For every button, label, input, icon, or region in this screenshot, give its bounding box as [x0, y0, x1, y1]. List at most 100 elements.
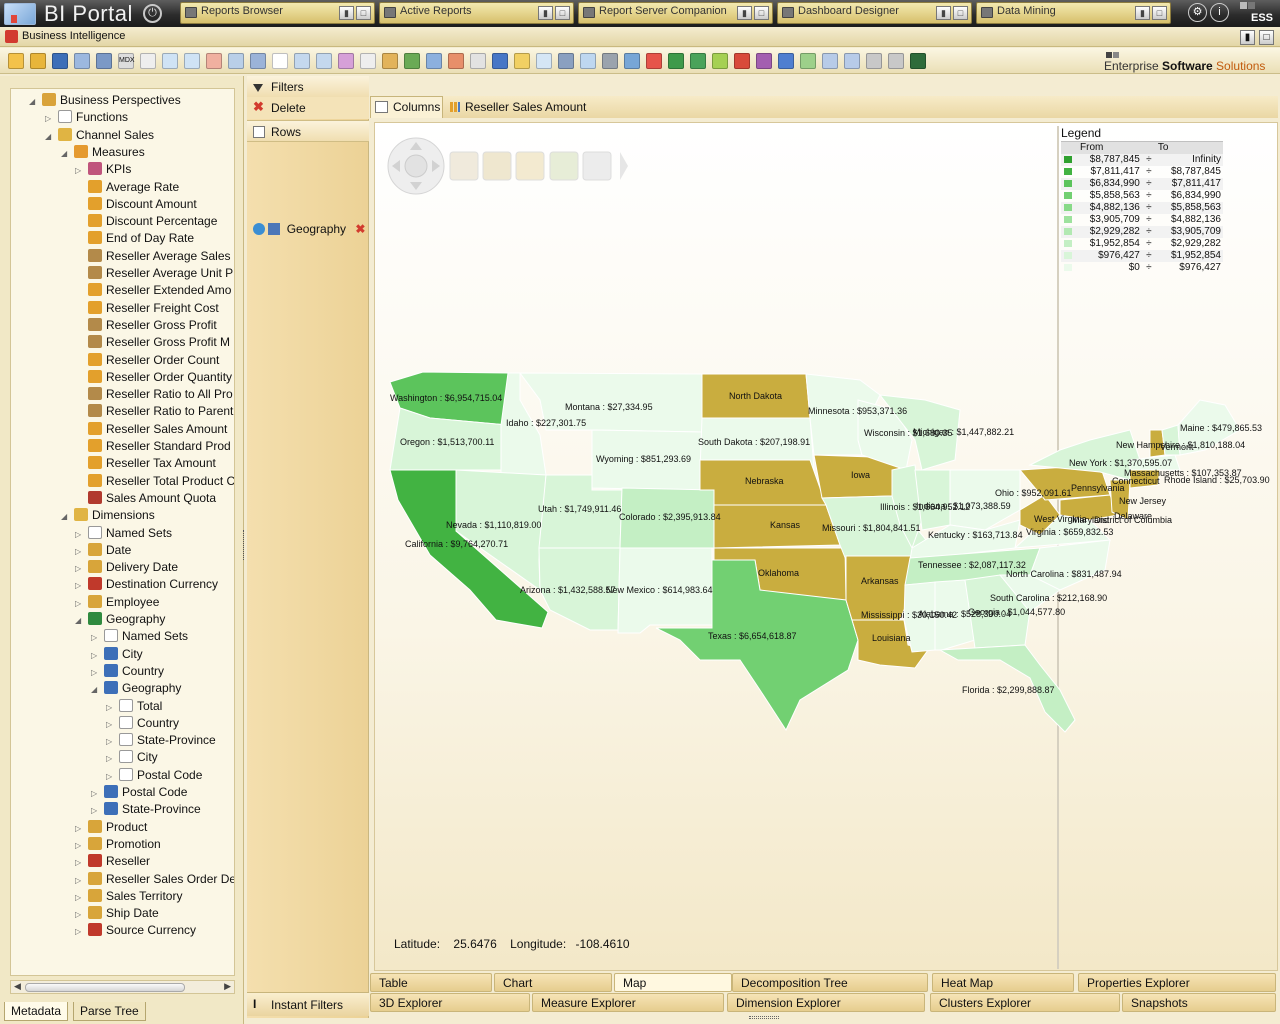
- monitor-icon[interactable]: [910, 53, 926, 69]
- collapse-arrow-icon[interactable]: ◢: [75, 612, 83, 629]
- hierarchy-icon[interactable]: [426, 53, 442, 69]
- tree-node[interactable]: ▷ Date: [75, 542, 131, 559]
- expand-arrow-icon[interactable]: ▷: [75, 577, 83, 594]
- expand-arrow-icon[interactable]: ▷: [75, 889, 83, 906]
- tab-pin-button[interactable]: ▮: [936, 6, 951, 20]
- tree-node[interactable]: Reseller Extended Amo: [75, 282, 231, 299]
- delete-button[interactable]: ✖ Delete: [247, 97, 369, 119]
- snowflake-icon[interactable]: [536, 53, 552, 69]
- tab-properties-explorer[interactable]: Properties Explorer: [1078, 973, 1276, 992]
- tree-node[interactable]: ▷ Country: [91, 663, 164, 680]
- tree-node[interactable]: ▷ Employee: [75, 594, 159, 611]
- download-icon[interactable]: [734, 53, 750, 69]
- scroll-left-arrow-icon[interactable]: ◀: [14, 981, 21, 992]
- expand-arrow-icon[interactable]: ▷: [75, 923, 83, 940]
- tree-node[interactable]: Reseller Total Product C: [75, 473, 234, 490]
- properties-icon[interactable]: [316, 53, 332, 69]
- tab-restore-button[interactable]: □: [953, 6, 968, 20]
- expand-arrow-icon[interactable]: ▷: [75, 595, 83, 612]
- tab-decomposition-tree[interactable]: Decomposition Tree: [732, 973, 928, 992]
- windows-icon[interactable]: [888, 53, 904, 69]
- tree-node[interactable]: ▷ Postal Code: [106, 767, 202, 784]
- tab-3d-explorer[interactable]: 3D Explorer: [370, 993, 530, 1012]
- tab-pin-button[interactable]: ▮: [737, 6, 752, 20]
- expand-arrow-icon[interactable]: ▷: [75, 854, 83, 871]
- tab-restore-button[interactable]: □: [356, 6, 371, 20]
- tree-node[interactable]: Reseller Ratio to Parent: [75, 403, 233, 420]
- save-icon[interactable]: [52, 53, 68, 69]
- tab-snapshots[interactable]: Snapshots: [1122, 993, 1276, 1012]
- window-close-button[interactable]: □: [1259, 30, 1274, 45]
- tab-pin-button[interactable]: ▮: [538, 6, 553, 20]
- tree-node[interactable]: Reseller Order Count: [75, 352, 219, 369]
- tab-map[interactable]: Map: [614, 973, 732, 992]
- metadata-tree[interactable]: ◢ Business Perspectives ▷ Functions ◢ Channel…: [10, 88, 235, 976]
- tree-node[interactable]: ▷ Promotion: [75, 836, 161, 853]
- tab-restore-button[interactable]: □: [1152, 6, 1167, 20]
- tree-node[interactable]: Discount Percentage: [75, 213, 217, 230]
- info-icon[interactable]: i: [1210, 3, 1229, 22]
- tab-parse-tree[interactable]: Parse Tree: [73, 1002, 146, 1021]
- expand-arrow-icon[interactable]: ▷: [106, 716, 114, 733]
- grid-view-icon[interactable]: [74, 53, 90, 69]
- row-item-geography[interactable]: Geography ✖: [253, 221, 365, 237]
- tree-node[interactable]: ▷ Ship Date: [75, 905, 159, 922]
- cube-3d-icon[interactable]: [492, 53, 508, 69]
- print-icon[interactable]: [602, 53, 618, 69]
- tree-node[interactable]: ▷ KPIs: [75, 161, 131, 178]
- remove-row-item-icon[interactable]: ✖: [355, 222, 365, 236]
- tree-node[interactable]: ▷ Functions: [45, 109, 128, 126]
- measure-explorer-icon[interactable]: [514, 53, 530, 69]
- layout-icon[interactable]: [294, 53, 310, 69]
- bars-icon[interactable]: [778, 53, 794, 69]
- tree-node[interactable]: ◢ Channel Sales: [45, 127, 154, 144]
- tree-node[interactable]: ▷ Sales Territory: [75, 888, 182, 905]
- tab-heat-map[interactable]: Heat Map: [932, 973, 1074, 992]
- expand-arrow-icon[interactable]: ▷: [106, 768, 114, 785]
- expand-arrow-icon[interactable]: ▷: [75, 872, 83, 889]
- tree-node[interactable]: ▷ Named Sets: [91, 628, 188, 645]
- expand-arrow-icon[interactable]: ▷: [75, 820, 83, 837]
- tree-horizontal-scrollbar[interactable]: ◀ ▶: [10, 980, 235, 994]
- tree-node[interactable]: Reseller Tax Amount: [75, 455, 216, 472]
- tab-table[interactable]: Table: [370, 973, 492, 992]
- redo-icon[interactable]: [844, 53, 860, 69]
- tree-node[interactable]: End of Day Rate: [75, 230, 194, 247]
- collapse-arrow-icon[interactable]: ◢: [29, 93, 37, 110]
- expand-arrow-icon[interactable]: ▷: [91, 802, 99, 819]
- refresh-icon[interactable]: [800, 53, 816, 69]
- camera-icon[interactable]: [866, 53, 882, 69]
- column-item-reseller-sales-amount[interactable]: Reseller Sales Amount: [450, 99, 586, 115]
- tree-node[interactable]: ▷ Reseller Sales Order De: [75, 871, 234, 889]
- scatter-icon[interactable]: [470, 53, 486, 69]
- expand-arrow-icon[interactable]: ▷: [106, 750, 114, 767]
- filter-icon[interactable]: [272, 53, 288, 69]
- export-pdf-icon[interactable]: [646, 53, 662, 69]
- tree-node[interactable]: Average Rate: [75, 179, 179, 196]
- tree-node[interactable]: ◢ Geography: [91, 680, 181, 697]
- expand-arrow-icon[interactable]: ▷: [75, 162, 83, 179]
- tree-node[interactable]: ◢ Geography: [75, 611, 165, 628]
- export-csv-icon[interactable]: [690, 53, 706, 69]
- expand-arrow-icon[interactable]: ▷: [45, 110, 53, 127]
- tree-node[interactable]: Reseller Freight Cost: [75, 300, 219, 317]
- state-ohio[interactable]: [949, 469, 1021, 531]
- tab-report-server-companion[interactable]: Report Server Companion ▮ □: [578, 2, 773, 24]
- book-icon[interactable]: [756, 53, 772, 69]
- expand-arrow-icon[interactable]: ▷: [75, 837, 83, 854]
- collapse-arrow-icon[interactable]: ◢: [61, 145, 69, 162]
- scroll-right-arrow-icon[interactable]: ▶: [224, 981, 231, 992]
- tree-node[interactable]: ◢ Dimensions: [61, 507, 155, 524]
- expand-arrow-icon[interactable]: ▷: [75, 543, 83, 560]
- rows-section[interactable]: Rows: [247, 120, 369, 142]
- tree-node[interactable]: Reseller Average Sales: [75, 248, 231, 265]
- window-pin-button[interactable]: ▮: [1240, 30, 1255, 45]
- tree-node[interactable]: ▷ Total: [106, 698, 162, 715]
- expand-arrow-icon[interactable]: ▷: [75, 560, 83, 577]
- tree-node[interactable]: ▷ State-Province: [106, 732, 216, 749]
- settings-gear-icon[interactable]: ⚙: [1188, 3, 1207, 22]
- tree-node[interactable]: Reseller Sales Amount: [75, 421, 227, 438]
- columns-section[interactable]: Columns: [370, 96, 443, 118]
- tree-node[interactable]: Reseller Standard Prod: [75, 438, 231, 455]
- tab-dashboard-designer[interactable]: Dashboard Designer ▮ □: [777, 2, 972, 24]
